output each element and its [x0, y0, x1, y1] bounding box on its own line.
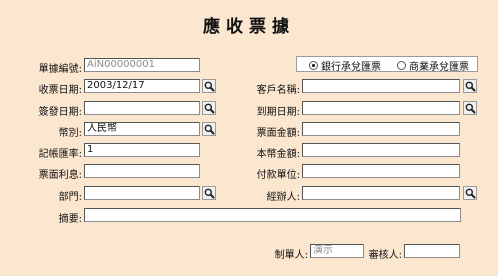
magnifier-icon [204, 188, 215, 199]
sign-date-label: 簽發日期: [38, 107, 82, 118]
bill-type-commercial-option[interactable]: 商業承兌匯票 [397, 58, 469, 73]
currency-lookup-button[interactable] [202, 122, 216, 136]
interest-field[interactable] [84, 164, 200, 178]
customer-field[interactable] [302, 79, 460, 93]
face-amount-label: 票面金額: [256, 128, 300, 139]
radio-unselected-icon[interactable] [397, 61, 406, 70]
interest-label: 票面利息: [38, 170, 82, 181]
rate-label: 記帳匯率: [38, 149, 82, 160]
magnifier-icon [204, 124, 215, 135]
bill-no-label: 單據編號: [38, 64, 82, 75]
maker-field[interactable]: 演示 [310, 244, 364, 258]
payer-unit-field[interactable] [302, 164, 460, 178]
bill-type-bank-label: 銀行承兌匯票 [321, 62, 381, 73]
bill-no-field[interactable]: AiN00000001 [84, 58, 200, 72]
auditor-label: 審核人: [368, 250, 402, 261]
magnifier-icon [204, 81, 215, 92]
customer-lookup-button[interactable] [463, 79, 477, 93]
bill-type-group: 銀行承兌匯票 商業承兌匯票 [296, 56, 478, 73]
receive-date-lookup-button[interactable] [202, 79, 216, 93]
magnifier-icon [204, 103, 215, 114]
sign-date-lookup-button[interactable] [202, 101, 216, 115]
radio-selected-icon[interactable] [309, 61, 318, 70]
department-field[interactable] [84, 186, 200, 200]
department-lookup-button[interactable] [202, 186, 216, 200]
maker-label: 制單人: [274, 250, 308, 261]
payer-unit-label: 付款單位: [256, 170, 300, 181]
auditor-field[interactable] [404, 244, 460, 258]
magnifier-icon [465, 103, 476, 114]
local-amount-label: 本幣金額: [256, 149, 300, 160]
currency-field[interactable]: 人民幣 [84, 122, 200, 136]
bill-type-commercial-label: 商業承兌匯票 [409, 62, 469, 73]
due-date-field[interactable] [302, 101, 460, 115]
magnifier-icon [465, 188, 476, 199]
local-amount-field[interactable] [302, 143, 460, 157]
handler-label: 經辦人: [266, 192, 300, 203]
handler-lookup-button[interactable] [463, 186, 477, 200]
receive-date-field[interactable]: 2003/12/17 [84, 79, 200, 93]
bill-type-bank-option[interactable]: 銀行承兌匯票 [309, 58, 381, 73]
face-amount-field[interactable] [302, 122, 460, 136]
receive-date-label: 收票日期: [38, 85, 82, 96]
rate-field[interactable]: 1 [84, 143, 200, 157]
department-label: 部門: [58, 192, 82, 203]
currency-label: 幣別: [58, 128, 82, 139]
magnifier-icon [465, 81, 476, 92]
page-title: 應收票據 [203, 17, 295, 37]
due-date-label: 到期日期: [256, 107, 300, 118]
customer-label: 客戶名稱: [256, 85, 300, 96]
summary-field[interactable] [84, 208, 461, 222]
sign-date-field[interactable] [84, 101, 200, 115]
handler-field[interactable] [302, 186, 460, 200]
summary-label: 摘要: [58, 214, 82, 225]
due-date-lookup-button[interactable] [463, 101, 477, 115]
